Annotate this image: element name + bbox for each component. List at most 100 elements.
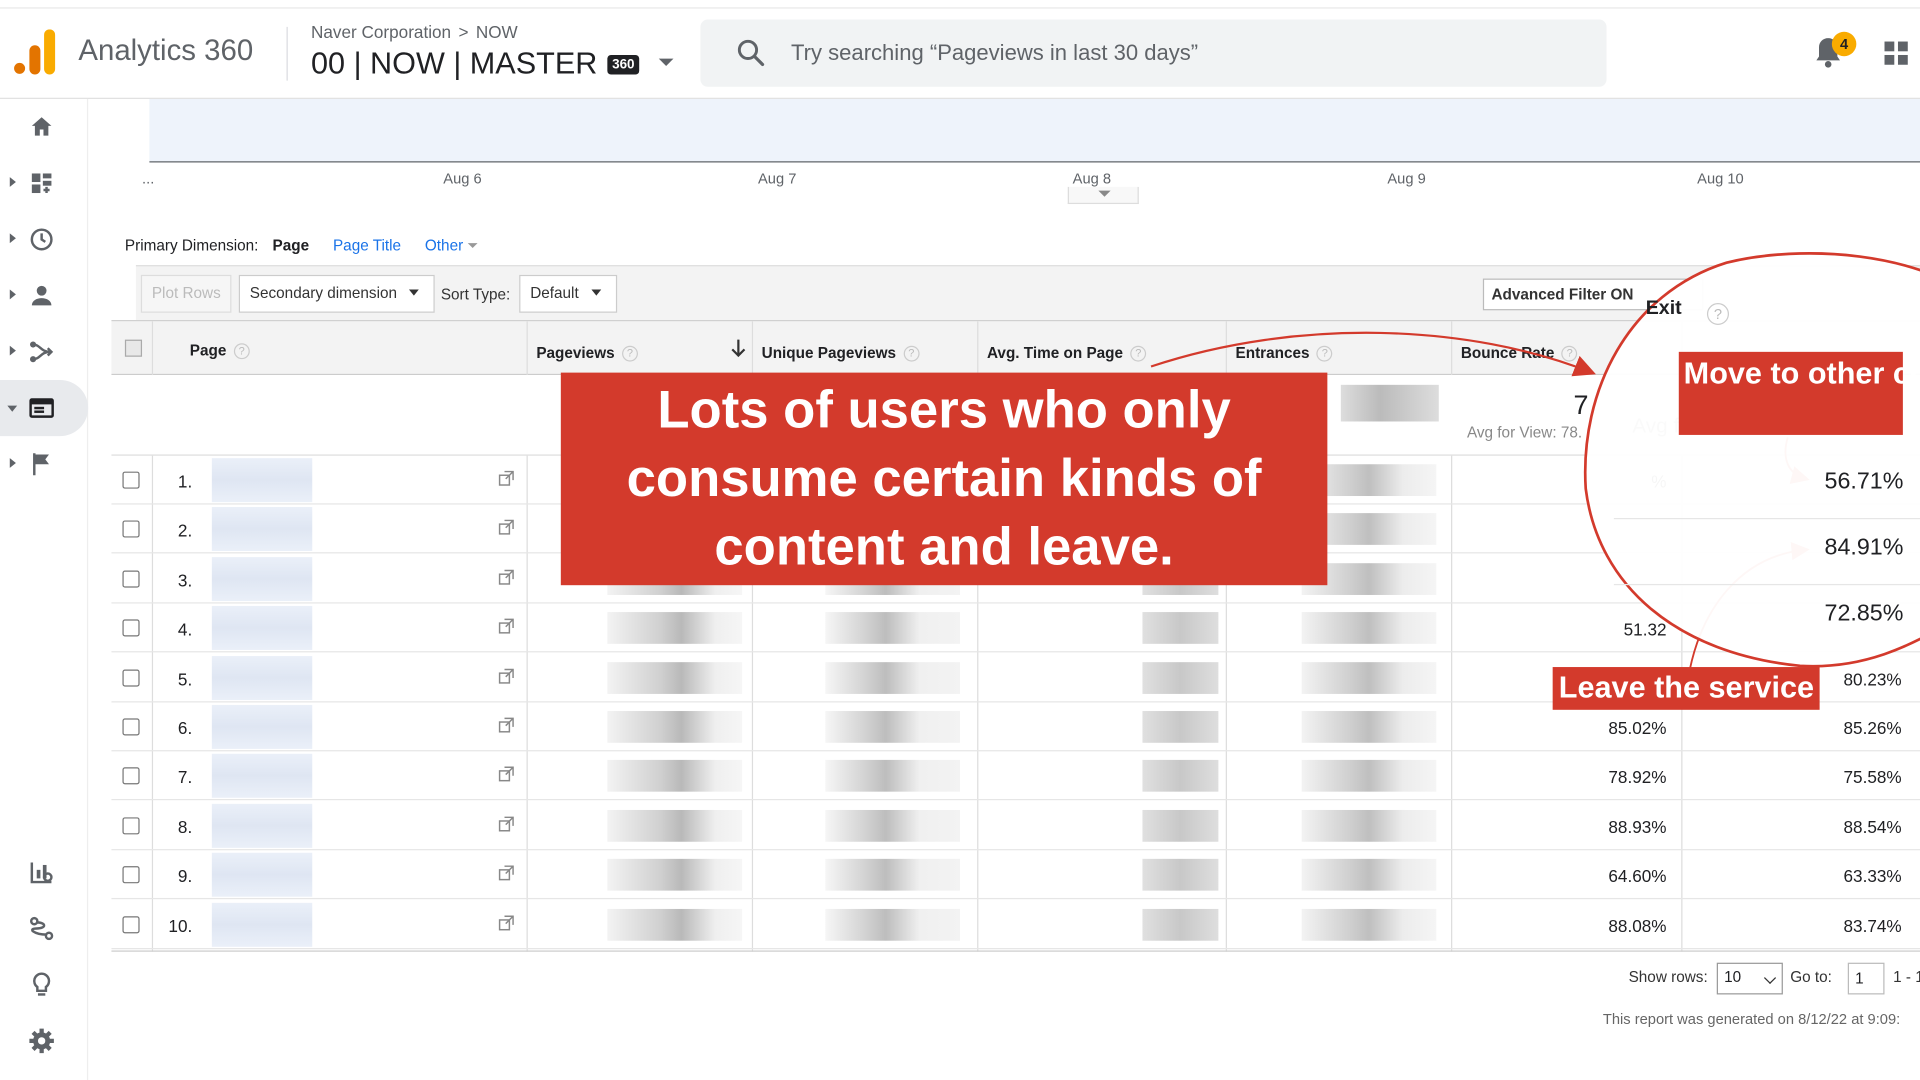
gear-icon: [29, 1028, 54, 1054]
column-header-entrances[interactable]: Entrances?: [1236, 345, 1333, 362]
sort-type-dropdown[interactable]: Default: [519, 274, 618, 313]
page-path-blurred[interactable]: [211, 606, 313, 651]
blurred-value: [607, 760, 743, 793]
sidebar-item-conversions[interactable]: [0, 436, 88, 492]
help-icon[interactable]: ?: [233, 343, 250, 360]
open-link-icon[interactable]: [498, 668, 514, 684]
breadcrumb-property[interactable]: NOW: [476, 22, 518, 42]
column-header-pageviews[interactable]: Pageviews?: [536, 345, 638, 362]
row-checkbox[interactable]: [122, 767, 140, 785]
row-checkbox[interactable]: [122, 619, 140, 637]
sidebar-item-admin[interactable]: [0, 1013, 88, 1069]
show-rows-select[interactable]: 10: [1716, 962, 1783, 995]
table-row[interactable]: 9. 64.60% 63.33%: [111, 851, 1920, 900]
apps-grid-icon[interactable]: [1884, 41, 1909, 66]
help-icon[interactable]: ?: [903, 345, 920, 362]
blurred-value: [1301, 464, 1437, 497]
help-icon[interactable]: ?: [621, 345, 638, 362]
row-checkbox[interactable]: [122, 866, 140, 884]
exit-rate-value: 85.26%: [1843, 718, 1902, 738]
sort-type-value: Default: [530, 284, 579, 302]
open-link-icon[interactable]: [498, 569, 514, 585]
table-row[interactable]: 8. 88.93% 88.54%: [111, 801, 1920, 851]
breadcrumb[interactable]: Naver Corporation > NOW: [311, 22, 518, 42]
page-path-blurred[interactable]: [211, 902, 313, 947]
table-row[interactable]: 7. 78.92% 75.58%: [111, 752, 1920, 801]
column-header-unique-pageviews[interactable]: Unique Pageviews?: [762, 345, 920, 362]
table-row[interactable]: 4. 51.32: [111, 604, 1920, 653]
plot-rows-button[interactable]: Plot Rows: [140, 274, 232, 313]
page-path-blurred[interactable]: [211, 704, 313, 749]
sidebar-item-realtime[interactable]: [0, 211, 88, 267]
sidebar-item-audience[interactable]: [0, 268, 88, 324]
sidebar-item-attribution[interactable]: [0, 844, 88, 900]
table-row[interactable]: 10. 88.08% 83.74%: [111, 900, 1920, 949]
view-name[interactable]: 00 | NOW | MASTER: [311, 46, 597, 80]
breadcrumb-account[interactable]: Naver Corporation: [311, 22, 451, 42]
open-link-icon[interactable]: [498, 618, 514, 634]
blurred-value: [1301, 612, 1437, 645]
column-header-avg-time-on-page[interactable]: Avg. Time on Page?: [987, 345, 1147, 362]
sidebar-item-customization[interactable]: [0, 155, 88, 211]
page-path-blurred[interactable]: [211, 852, 313, 897]
advanced-filter-button[interactable]: Advanced Filter ON: [1482, 278, 1704, 311]
search-input[interactable]: Try searching “Pageviews in last 30 days…: [700, 19, 1607, 87]
row-checkbox[interactable]: [122, 570, 140, 588]
row-checkbox[interactable]: [122, 718, 140, 736]
row-checkbox[interactable]: [122, 817, 140, 835]
sidebar-item-behavior[interactable]: [0, 379, 89, 437]
secondary-dimension-dropdown[interactable]: Secondary dimension: [238, 274, 435, 313]
row-checkbox[interactable]: [122, 668, 140, 687]
primary-dimension-current: Page: [272, 237, 310, 255]
help-icon[interactable]: ?: [1130, 345, 1147, 362]
primary-dimension-page-title[interactable]: Page Title: [333, 237, 401, 254]
page-path-blurred[interactable]: [211, 803, 313, 848]
row-checkbox[interactable]: [122, 915, 140, 933]
blurred-value: [1142, 464, 1219, 497]
row-number: 6.: [177, 718, 193, 738]
row-number: 1.: [177, 471, 193, 492]
column-header-bounce-rate[interactable]: Bounce Rate?: [1461, 345, 1578, 362]
page-path-blurred[interactable]: [211, 556, 313, 601]
primary-dimension-other-label[interactable]: Other: [425, 237, 463, 254]
blurred-value: [607, 859, 743, 891]
blurred-value: [825, 859, 961, 891]
primary-dimension-other[interactable]: Other: [425, 237, 478, 254]
open-link-icon[interactable]: [498, 520, 514, 536]
row-checkbox[interactable]: [122, 520, 140, 539]
sidebar-item-acquisition[interactable]: [0, 324, 88, 380]
page-path-blurred[interactable]: [211, 507, 313, 552]
table-row[interactable]: 2.: [111, 505, 1920, 554]
open-link-icon[interactable]: [498, 816, 514, 832]
sidebar-item-discover[interactable]: [0, 900, 88, 956]
chart-collapse-handle[interactable]: [1067, 186, 1139, 205]
open-link-icon[interactable]: [498, 865, 514, 881]
page-path-blurred[interactable]: [211, 655, 313, 700]
page-path-blurred[interactable]: [211, 754, 313, 799]
help-icon[interactable]: ?: [1316, 345, 1333, 362]
table-row[interactable]: 1.%: [111, 456, 1920, 505]
page-path-blurred[interactable]: [211, 458, 313, 503]
goto-input[interactable]: 1: [1847, 962, 1885, 995]
open-link-icon[interactable]: [498, 470, 514, 486]
table-row[interactable]: 6. 85.02% 85.26%: [111, 702, 1920, 752]
help-icon[interactable]: ?: [1561, 345, 1578, 362]
select-all-checkbox[interactable]: [124, 339, 143, 357]
sidebar-item-home[interactable]: [0, 99, 88, 155]
blurred-value: [607, 612, 743, 645]
sidebar-item-insights[interactable]: [0, 957, 88, 1013]
sort-descending-icon[interactable]: [730, 338, 747, 358]
blurred-value: [1301, 711, 1437, 743]
bounce-rate-value: %: [1651, 471, 1667, 492]
open-link-icon[interactable]: [498, 766, 514, 782]
blurred-value: [825, 661, 961, 694]
blurred-value: [1142, 760, 1219, 793]
column-header-page[interactable]: Page?: [190, 342, 250, 360]
view-selector[interactable]: 00 | NOW | MASTER 360: [311, 46, 640, 81]
open-link-icon[interactable]: [498, 915, 514, 931]
table-row[interactable]: 5. 80.23%: [111, 653, 1920, 702]
open-link-icon[interactable]: [498, 717, 514, 733]
row-checkbox[interactable]: [122, 471, 140, 489]
table-row[interactable]: 3.: [111, 554, 1920, 604]
chevron-down-icon[interactable]: [658, 58, 674, 66]
